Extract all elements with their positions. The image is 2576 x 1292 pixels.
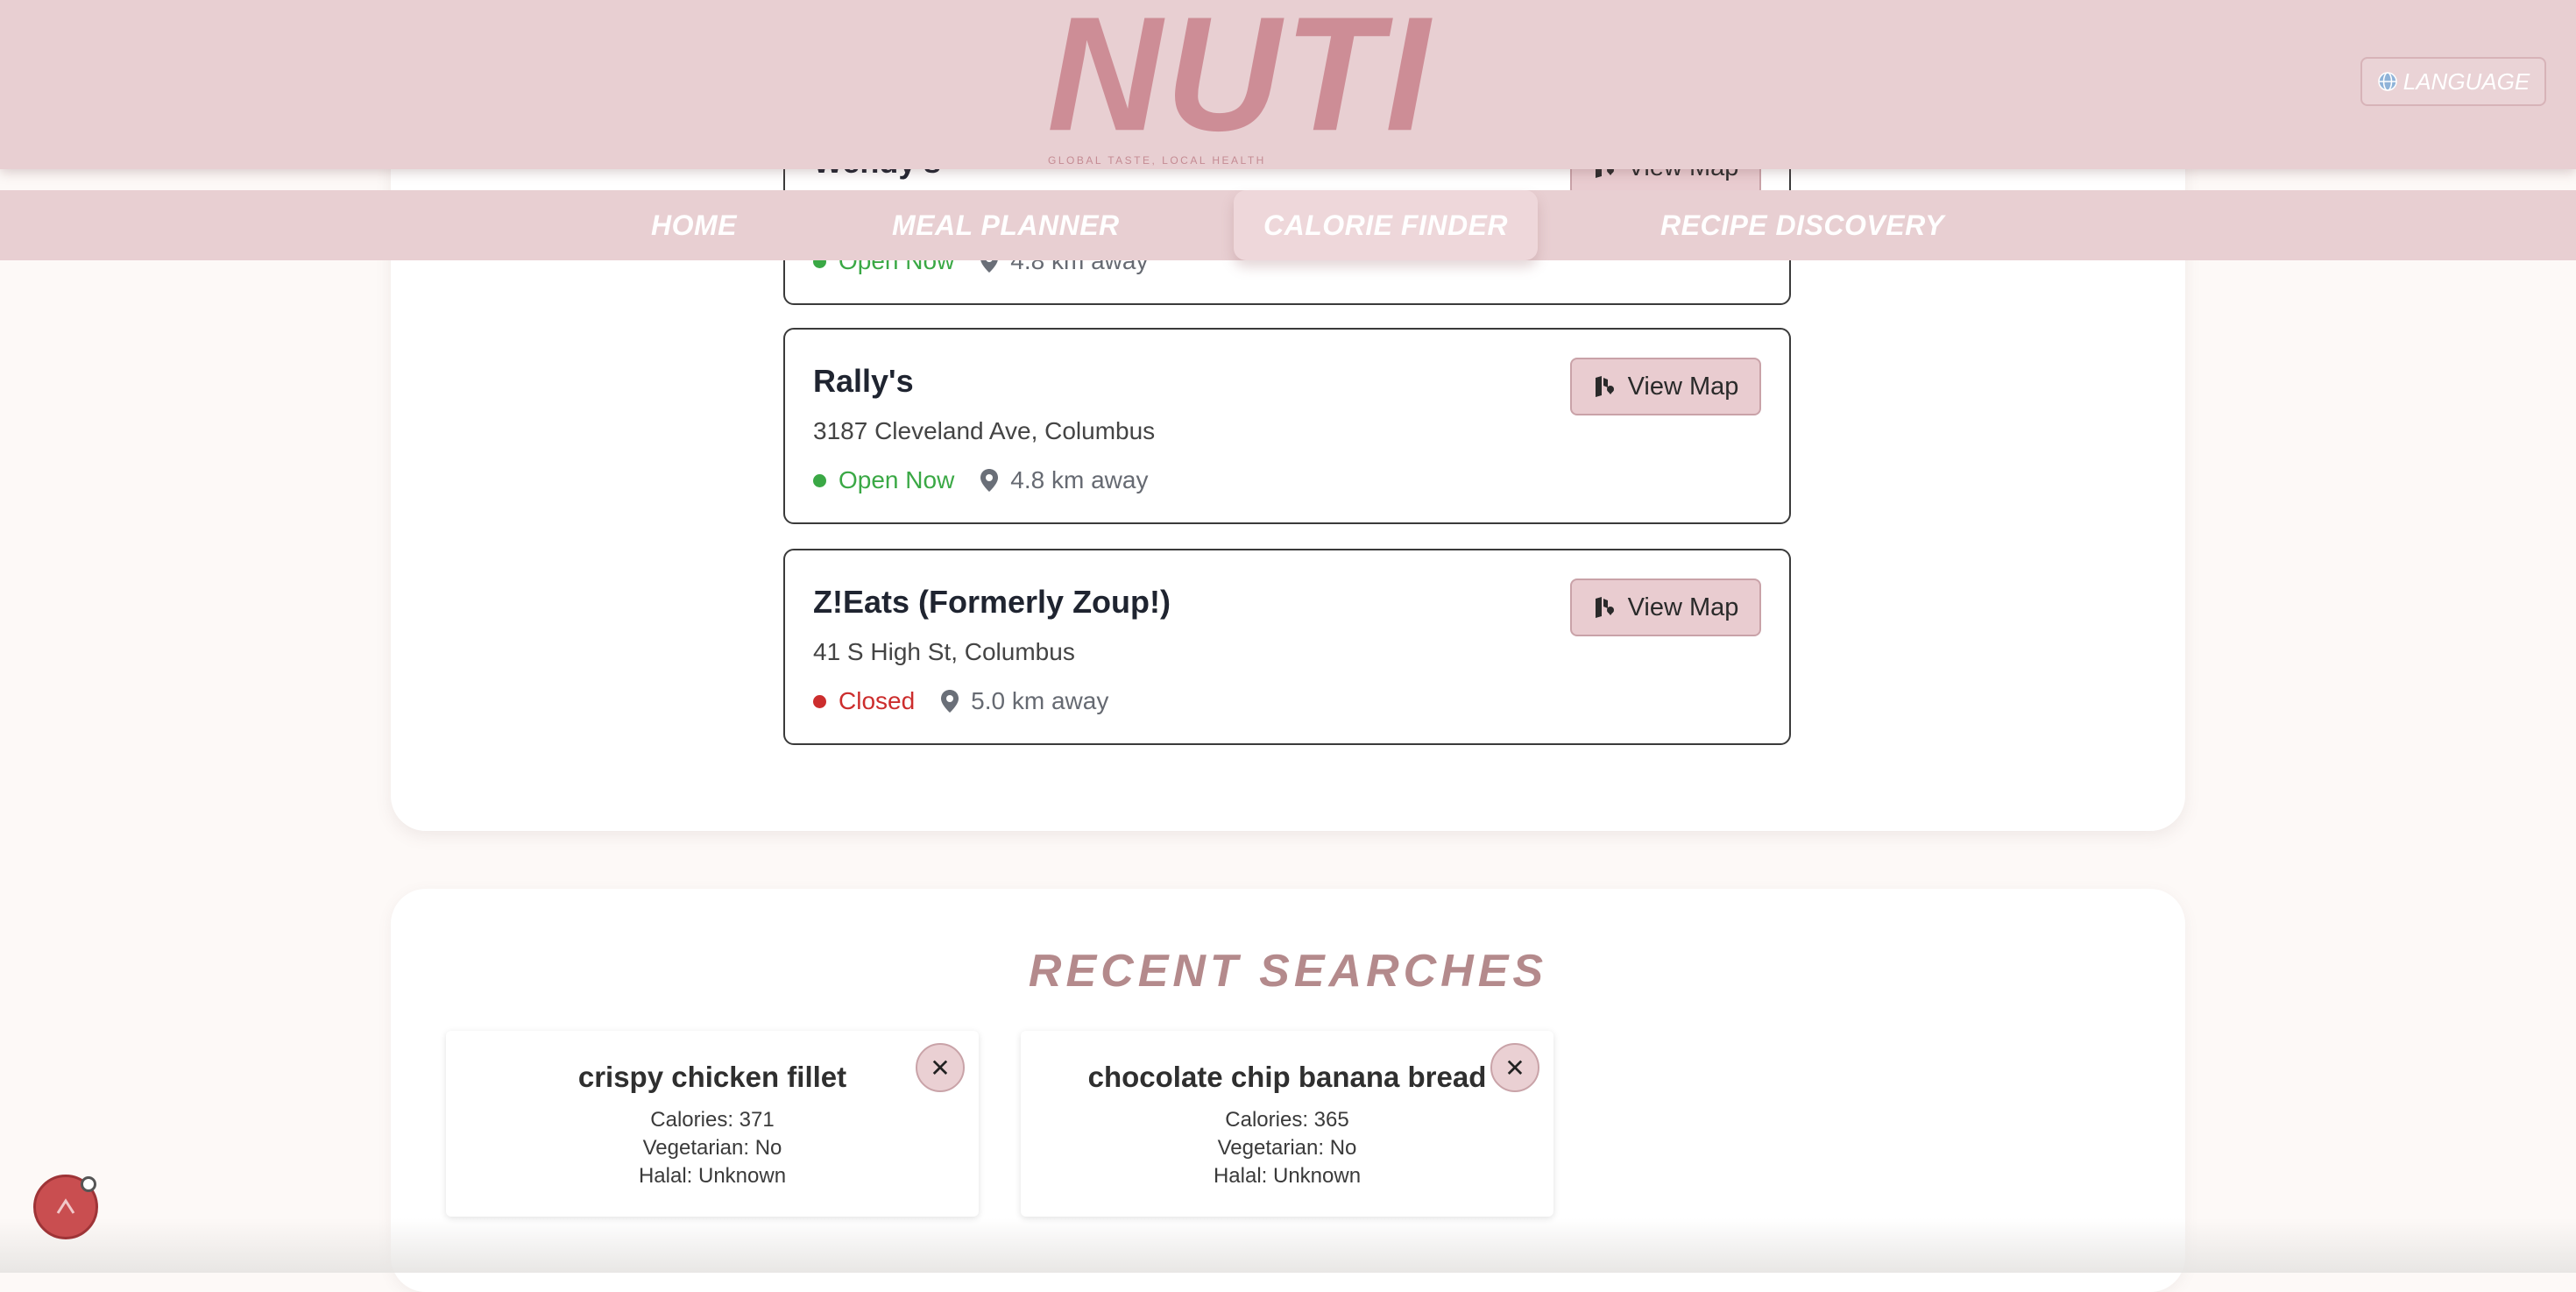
map-icon xyxy=(1595,376,1614,397)
remove-search-button[interactable]: ✕ xyxy=(916,1043,965,1092)
remove-search-button[interactable]: ✕ xyxy=(1490,1043,1539,1092)
restaurant-card-zeats: Z!Eats (Formerly Zoup!) 41 S High St, Co… xyxy=(783,549,1791,745)
site-tagline: GLOBAL TASTE, LOCAL HEALTH xyxy=(1048,154,1266,167)
recent-searches-title: RECENT SEARCHES xyxy=(1028,946,1548,997)
site-logo[interactable]: NUTI xyxy=(1047,0,1433,155)
status-dot xyxy=(813,694,826,708)
restaurant-card-rallys: Rally's 3187 Cleveland Ave, Columbus Ope… xyxy=(783,328,1791,524)
close-icon: ✕ xyxy=(930,1054,951,1082)
status-text: Open Now xyxy=(839,466,955,493)
status-dot xyxy=(813,473,826,487)
search-vegetarian: Vegetarian: No xyxy=(1217,1136,1357,1160)
distance-text: 4.8 km away xyxy=(1010,466,1149,493)
search-halal: Halal: Unknown xyxy=(638,1164,787,1188)
language-button[interactable]: LANGUAGE xyxy=(2360,57,2546,106)
restaurant-meta: Closed 5.0 km away xyxy=(813,687,1108,715)
recent-search-item[interactable]: chocolate chip banana bread Calories: 36… xyxy=(1021,1031,1553,1217)
search-calories: Calories: 365 xyxy=(1225,1108,1349,1132)
caret-up-icon xyxy=(56,1198,75,1214)
main-nav: HOME MEAL PLANNER CALORIE FINDER RECIPE … xyxy=(0,190,2576,260)
nav-meal-planner[interactable]: MEAL PLANNER xyxy=(892,190,1120,260)
restaurant-address: 41 S High St, Columbus xyxy=(813,638,1075,665)
restaurant-name: Rally's xyxy=(813,363,914,399)
recent-search-item[interactable]: crispy chicken fillet Calories: 371 Vege… xyxy=(446,1031,979,1217)
location-pin-icon xyxy=(941,690,959,713)
globe-icon xyxy=(2378,72,2397,91)
site-header: NUTI GLOBAL TASTE, LOCAL HEALTH LANGUAGE xyxy=(0,0,2576,169)
distance-text: 5.0 km away xyxy=(971,687,1109,714)
map-icon xyxy=(1595,597,1614,618)
search-term: chocolate chip banana bread xyxy=(1087,1061,1487,1093)
restaurant-name: Z!Eats (Formerly Zoup!) xyxy=(813,584,1171,620)
search-calories: Calories: 371 xyxy=(650,1108,775,1132)
language-label: LANGUAGE xyxy=(2403,67,2530,95)
restaurant-meta: Open Now 4.8 km away xyxy=(813,466,1148,494)
view-map-button[interactable]: View Map xyxy=(1570,579,1761,636)
notification-dot xyxy=(81,1176,96,1192)
view-map-label: View Map xyxy=(1627,593,1739,621)
close-icon: ✕ xyxy=(1504,1054,1525,1082)
nav-calorie-finder[interactable]: CALORIE FINDER xyxy=(1234,190,1538,260)
nav-home[interactable]: HOME xyxy=(651,190,737,260)
location-pin-icon xyxy=(980,469,999,492)
view-map-label: View Map xyxy=(1627,372,1739,401)
nav-recipe-discovery[interactable]: RECIPE DISCOVERY xyxy=(1660,190,1944,260)
search-vegetarian: Vegetarian: No xyxy=(642,1136,782,1160)
view-map-button[interactable]: View Map xyxy=(1570,358,1761,415)
search-term: crispy chicken fillet xyxy=(577,1061,847,1093)
restaurant-address: 3187 Cleveland Ave, Columbus xyxy=(813,417,1156,444)
search-halal: Halal: Unknown xyxy=(1213,1164,1362,1188)
status-text: Closed xyxy=(839,687,916,714)
bottom-fade xyxy=(0,1218,2576,1273)
